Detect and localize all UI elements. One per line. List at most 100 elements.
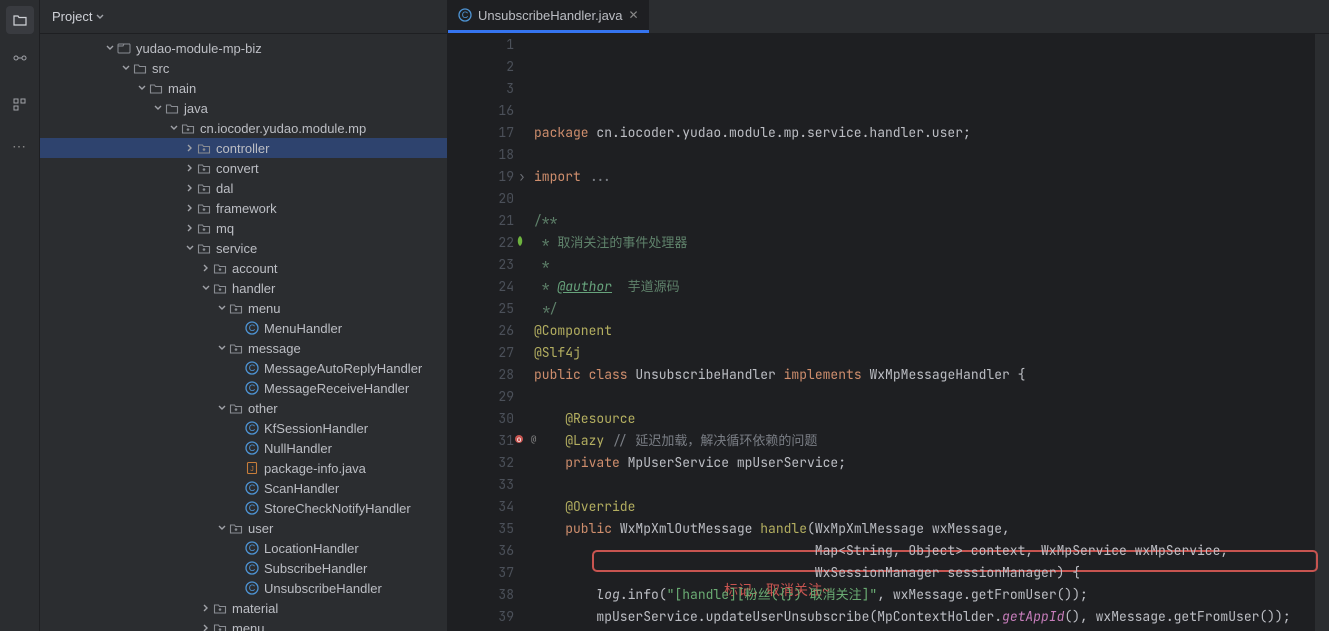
tree-twisty-icon[interactable] [184, 184, 196, 192]
code-line[interactable]: @Lazy // 延迟加载，解决循环依赖的问题 [534, 430, 1329, 452]
tree-item[interactable]: service [40, 238, 447, 258]
svg-text:C: C [249, 583, 256, 593]
tree-item[interactable]: C SubscribeHandler [40, 558, 447, 578]
code-content[interactable]: 标记，取消关注~ package cn.iocoder.yudao.module… [532, 34, 1329, 631]
tree-item[interactable]: framework [40, 198, 447, 218]
tree-item[interactable]: CLocationHandler [40, 538, 447, 558]
tree-item[interactable]: user [40, 518, 447, 538]
tree-twisty-icon[interactable] [136, 84, 148, 92]
tree-item[interactable]: handler [40, 278, 447, 298]
tree-item[interactable]: main [40, 78, 447, 98]
structure-toolwindow-icon[interactable] [6, 48, 34, 76]
code-line[interactable]: ›import ... [534, 166, 1329, 188]
code-line[interactable]: private MpUserService mpUserService; [534, 452, 1329, 474]
tree-item[interactable]: CUnsubscribeHandler [40, 578, 447, 598]
fold-icon[interactable]: › [518, 166, 526, 188]
tree-twisty-icon[interactable] [216, 404, 228, 412]
code-line[interactable]: package cn.iocoder.yudao.module.mp.servi… [534, 122, 1329, 144]
project-toolwindow-icon[interactable] [6, 6, 34, 34]
code-line[interactable]: mpUserService.updateUserUnsubscribe(MpCo… [534, 606, 1329, 628]
tree-item[interactable]: material [40, 598, 447, 618]
code-line[interactable]: * 取消关注的事件处理器 [534, 232, 1329, 254]
svg-text:C: C [249, 423, 256, 433]
code-line[interactable]: @Slf4j [534, 342, 1329, 364]
code-line[interactable]: */ [534, 298, 1329, 320]
tree-twisty-icon[interactable] [216, 524, 228, 532]
code-line[interactable] [534, 386, 1329, 408]
tree-twisty-icon[interactable] [200, 604, 212, 612]
tree-item[interactable]: yudao-module-mp-biz [40, 38, 447, 58]
tree-twisty-icon[interactable] [200, 284, 212, 292]
tree-twisty-icon[interactable] [168, 124, 180, 132]
tree-twisty-icon[interactable] [184, 244, 196, 252]
close-icon[interactable]: ✕ [629, 8, 639, 22]
tree-item[interactable]: CNullHandler [40, 438, 447, 458]
tree-item[interactable]: CKfSessionHandler [40, 418, 447, 438]
tree-item[interactable]: CMenuHandler [40, 318, 447, 338]
folder-icon [132, 60, 148, 76]
svg-text:C: C [249, 363, 256, 373]
tree-twisty-icon[interactable] [184, 204, 196, 212]
class-icon: C [244, 360, 260, 376]
tree-twisty-icon[interactable] [152, 104, 164, 112]
tree-item[interactable]: CStoreCheckNotifyHandler [40, 498, 447, 518]
tree-item[interactable]: controller [40, 138, 447, 158]
code-line[interactable]: * [534, 254, 1329, 276]
class-icon: C [244, 420, 260, 436]
tree-item[interactable]: menu [40, 298, 447, 318]
code-line[interactable]: @Override [534, 496, 1329, 518]
tree-item-label: MessageReceiveHandler [264, 381, 409, 396]
package-icon [212, 280, 228, 296]
tree-item[interactable]: java [40, 98, 447, 118]
chevron-down-icon[interactable] [96, 13, 104, 21]
tree-item[interactable]: src [40, 58, 447, 78]
tree-item[interactable]: account [40, 258, 447, 278]
tree-item[interactable]: other [40, 398, 447, 418]
svg-text:o: o [517, 435, 522, 445]
tree-twisty-icon[interactable] [184, 224, 196, 232]
tree-item[interactable]: message [40, 338, 447, 358]
tree-item[interactable]: CScanHandler [40, 478, 447, 498]
bookmarks-toolwindow-icon[interactable] [6, 90, 34, 118]
code-line[interactable]: * @author 芋道源码 [534, 276, 1329, 298]
code-line[interactable]: @Component [534, 320, 1329, 342]
tree-twisty-icon[interactable] [216, 344, 228, 352]
code-editor[interactable]: 12316171819202122232425262728293031o@323… [448, 34, 1329, 631]
spring-bean-icon[interactable] [514, 235, 526, 247]
tree-twisty-icon[interactable] [184, 164, 196, 172]
svg-text:C: C [249, 563, 256, 573]
tree-item[interactable]: mq [40, 218, 447, 238]
code-line[interactable]: log.info("[handle][粉丝({}) 取消关注]", wxMess… [534, 584, 1329, 606]
tree-twisty-icon[interactable] [216, 304, 228, 312]
code-line[interactable] [534, 188, 1329, 210]
gutter: 12316171819202122232425262728293031o@323… [448, 34, 532, 631]
tree-item[interactable]: convert [40, 158, 447, 178]
code-line[interactable]: Map<String, Object> context, WxMpService… [534, 540, 1329, 562]
project-tree[interactable]: yudao-module-mp-bizsrcmainjavacn.iocoder… [40, 34, 447, 631]
tree-twisty-icon[interactable] [200, 624, 212, 631]
code-line[interactable]: public class UnsubscribeHandler implemen… [534, 364, 1329, 386]
code-line[interactable]: @Resource [534, 408, 1329, 430]
package-icon [228, 340, 244, 356]
tree-item[interactable]: menu [40, 618, 447, 631]
tree-item-label: SubscribeHandler [264, 561, 367, 576]
tree-twisty-icon[interactable] [184, 144, 196, 152]
tree-twisty-icon[interactable] [104, 44, 116, 52]
tree-item[interactable]: dal [40, 178, 447, 198]
tree-item[interactable]: Jpackage-info.java [40, 458, 447, 478]
code-line[interactable]: public WxMpXmlOutMessage handle(WxMpXmlM… [534, 518, 1329, 540]
package-icon [196, 200, 212, 216]
code-line[interactable] [534, 144, 1329, 166]
tree-item[interactable]: CMessageAutoReplyHandler [40, 358, 447, 378]
javafile-icon: J [244, 460, 260, 476]
tree-item[interactable]: cn.iocoder.yudao.module.mp [40, 118, 447, 138]
tab-unsubscribehandler[interactable]: C UnsubscribeHandler.java ✕ [448, 0, 649, 33]
code-line[interactable]: /** [534, 210, 1329, 232]
code-line[interactable]: WxSessionManager sessionManager) { [534, 562, 1329, 584]
tree-twisty-icon[interactable] [120, 64, 132, 72]
tree-item-label: material [232, 601, 278, 616]
tree-twisty-icon[interactable] [200, 264, 212, 272]
code-line[interactable] [534, 474, 1329, 496]
more-toolwindows-icon[interactable]: ⋯ [6, 132, 34, 160]
tree-item[interactable]: CMessageReceiveHandler [40, 378, 447, 398]
